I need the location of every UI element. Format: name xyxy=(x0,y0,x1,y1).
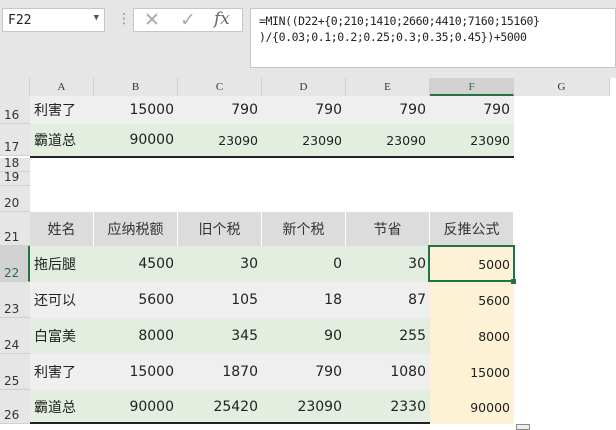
name-box[interactable]: F22 ▼ xyxy=(2,8,105,32)
cell[interactable]: 790 xyxy=(262,354,346,390)
enter-icon[interactable]: ✓ xyxy=(180,9,196,31)
table-border-bottom xyxy=(30,422,430,424)
column-header-D[interactable]: D xyxy=(262,78,346,96)
row-header[interactable]: 19 xyxy=(0,170,30,186)
cell[interactable]: 霸道总 xyxy=(30,390,94,424)
name-box-value: F22 xyxy=(8,13,32,28)
row-header[interactable]: 23 xyxy=(0,282,30,318)
column-header-F[interactable]: F xyxy=(430,78,514,96)
table-border-bottom xyxy=(30,156,514,158)
formula-input[interactable]: =MIN((D22+{0;210;1410;2660;4410;7160;151… xyxy=(250,8,616,68)
cell[interactable]: 790 xyxy=(430,96,514,124)
row-header[interactable]: 25 xyxy=(0,354,30,390)
cell[interactable]: 8000 xyxy=(430,318,514,354)
column-header-E[interactable]: E xyxy=(346,78,430,96)
cell[interactable]: 23090 xyxy=(346,124,430,156)
cell[interactable]: 30 xyxy=(346,246,430,282)
fill-handle[interactable] xyxy=(511,279,516,284)
select-all-corner[interactable] xyxy=(0,78,30,96)
cell[interactable]: 255 xyxy=(346,318,430,354)
cell[interactable]: 90000 xyxy=(94,390,178,424)
row-header[interactable]: 24 xyxy=(0,318,30,354)
cell[interactable]: 白富美 xyxy=(30,318,94,354)
cell[interactable]: 790 xyxy=(262,96,346,124)
column-header-G[interactable]: G xyxy=(514,78,610,96)
cell[interactable]: 1870 xyxy=(178,354,262,390)
column-header-B[interactable]: B xyxy=(94,78,178,96)
cell[interactable]: 23090 xyxy=(178,124,262,156)
column-title: 反推公式 xyxy=(430,212,513,246)
row-header[interactable]: 16 xyxy=(0,96,30,124)
cell[interactable]: 拖后腿 xyxy=(30,246,94,282)
cell[interactable]: 87 xyxy=(346,282,430,318)
row-header[interactable]: 20 xyxy=(0,186,30,212)
row-header[interactable]: 22 xyxy=(0,246,30,282)
cell[interactable]: 23090 xyxy=(262,390,346,424)
cell[interactable]: 8000 xyxy=(94,318,178,354)
column-title: 新个税 xyxy=(262,212,345,246)
more-dots-icon: ⋮ xyxy=(117,11,131,27)
column-title: 姓名 xyxy=(30,212,93,246)
cell[interactable]: 30 xyxy=(178,246,262,282)
chevron-down-icon[interactable]: ▼ xyxy=(94,13,99,23)
cell[interactable]: 利害了 xyxy=(30,96,94,124)
cell[interactable]: 15000 xyxy=(94,354,178,390)
cell[interactable]: 5600 xyxy=(94,282,178,318)
formula-buttons: ✕ ✓ fx xyxy=(133,8,243,32)
quick-analysis-icon[interactable] xyxy=(516,424,530,430)
cell[interactable]: 霸道总 xyxy=(30,124,94,156)
cell[interactable]: 15000 xyxy=(94,96,178,124)
cell[interactable]: 90000 xyxy=(94,124,178,156)
cell[interactable]: 1080 xyxy=(346,354,430,390)
column-title: 旧个税 xyxy=(178,212,261,246)
column-header-C[interactable]: C xyxy=(178,78,262,96)
cell[interactable]: 利害了 xyxy=(30,354,94,390)
cell[interactable]: 105 xyxy=(178,282,262,318)
column-title: 应纳税额 xyxy=(94,212,177,246)
active-cell-selection[interactable] xyxy=(428,245,515,282)
cell[interactable]: 5600 xyxy=(430,282,514,318)
row-header[interactable]: 17 xyxy=(0,124,30,156)
cell[interactable]: 还可以 xyxy=(30,282,94,318)
cell[interactable]: 2330 xyxy=(346,390,430,424)
cell[interactable]: 25420 xyxy=(178,390,262,424)
insert-function-icon[interactable]: fx xyxy=(214,9,230,29)
cell[interactable]: 90000 xyxy=(430,390,514,424)
cell[interactable]: 15000 xyxy=(430,354,514,390)
cell[interactable]: 23090 xyxy=(430,124,514,156)
column-header-A[interactable]: A xyxy=(30,78,94,96)
cell[interactable]: 790 xyxy=(178,96,262,124)
cell[interactable]: 0 xyxy=(262,246,346,282)
row-header[interactable]: 21 xyxy=(0,212,30,246)
cell[interactable]: 90 xyxy=(262,318,346,354)
column-title: 节省 xyxy=(346,212,429,246)
cell[interactable]: 345 xyxy=(178,318,262,354)
cell[interactable]: 790 xyxy=(346,96,430,124)
cell[interactable]: 18 xyxy=(262,282,346,318)
row-header[interactable]: 26 xyxy=(0,390,30,424)
cell[interactable]: 23090 xyxy=(262,124,346,156)
cell[interactable]: 4500 xyxy=(94,246,178,282)
cancel-icon[interactable]: ✕ xyxy=(144,9,160,31)
